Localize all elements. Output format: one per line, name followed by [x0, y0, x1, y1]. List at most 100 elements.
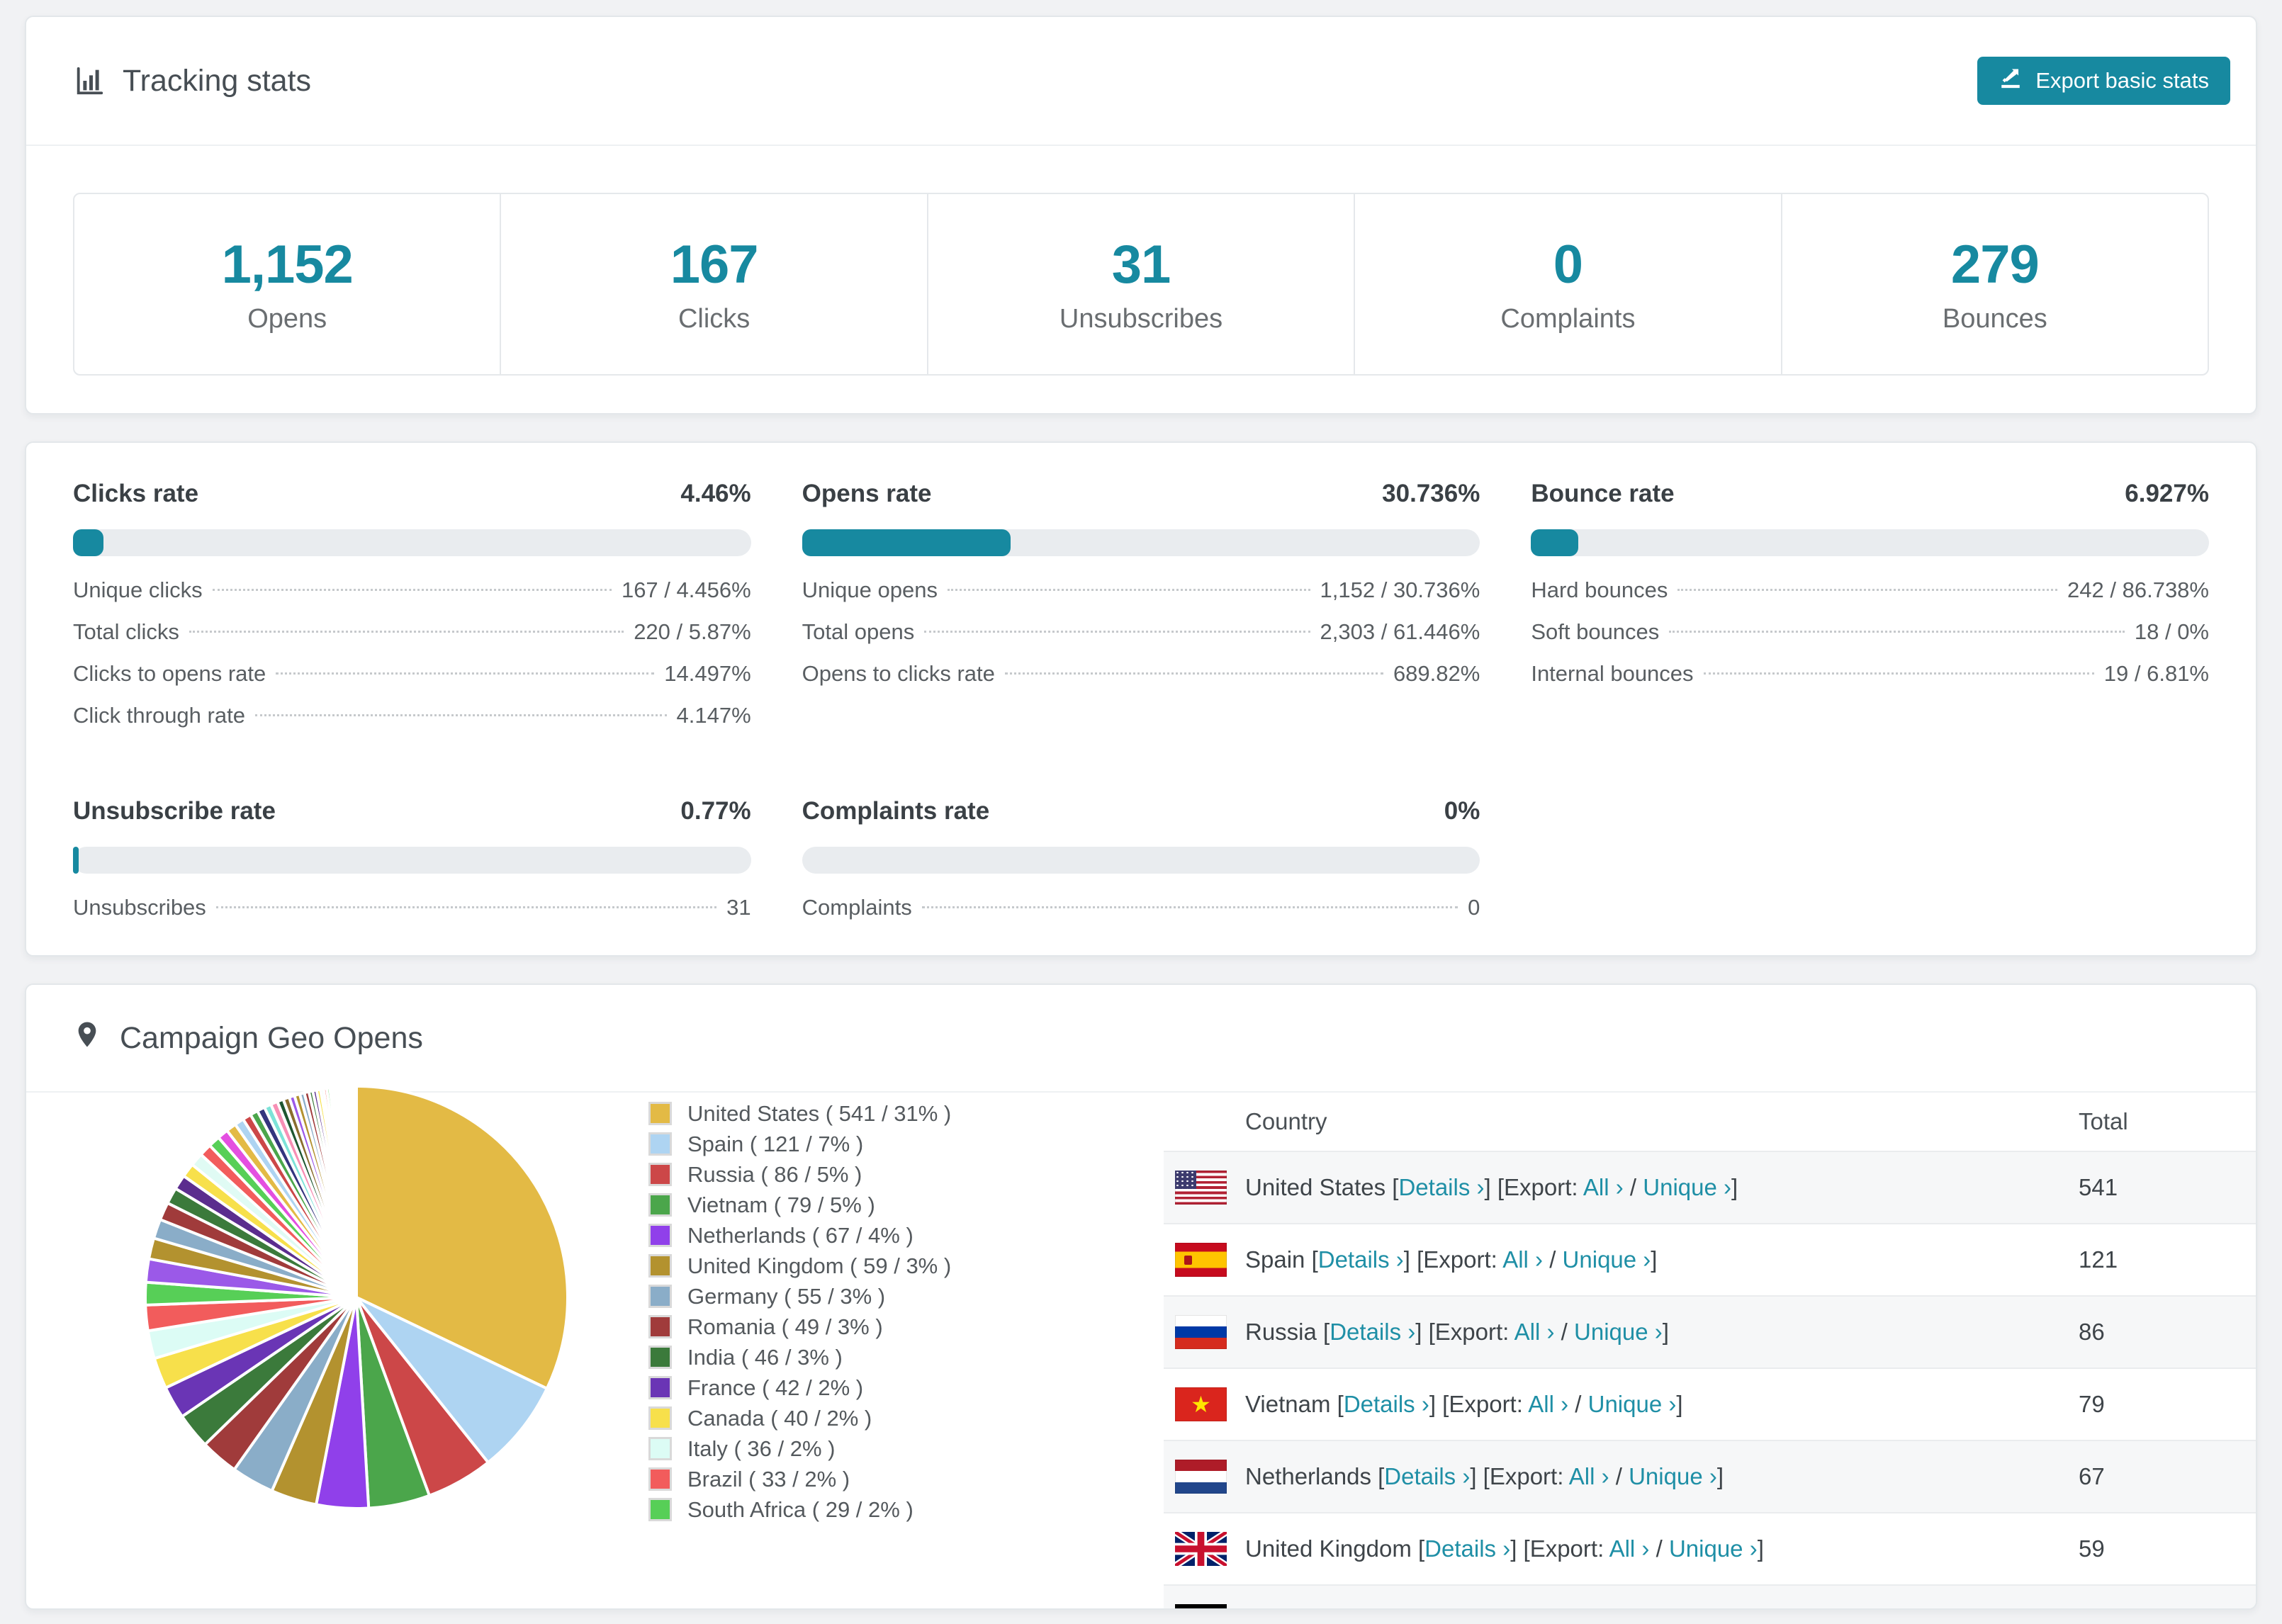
- rate-detail-value: 4.147%: [676, 703, 751, 728]
- rates-grid: Clicks rate 4.46% Unique clicks 167 / 4.456…: [73, 464, 2209, 937]
- legend-swatch: [648, 1193, 672, 1217]
- export-unique-link[interactable]: Unique ›: [1588, 1391, 1677, 1417]
- legend-item-gb: United Kingdom ( 59 / 3% ): [648, 1251, 951, 1281]
- export-all-link[interactable]: All ›: [1569, 1463, 1609, 1489]
- legend-item-it: Italy ( 36 / 2% ): [648, 1433, 951, 1464]
- stat-label: Opens: [247, 304, 327, 334]
- rate-detail-rows: Unsubscribes 31: [73, 895, 751, 937]
- rate-detail-label: Clicks to opens rate: [73, 661, 266, 686]
- rate-section-value: 4.46%: [680, 480, 751, 507]
- export-all-link[interactable]: All ›: [1502, 1246, 1543, 1273]
- tracking-stats-header: Tracking stats Export basic stats: [26, 17, 2256, 146]
- legend-label: South Africa ( 29 / 2% ): [687, 1496, 914, 1522]
- dotted-leader: [1669, 631, 2125, 633]
- legend-swatch: [648, 1163, 672, 1186]
- details-link[interactable]: Details ›: [1424, 1535, 1510, 1562]
- rate-progress-fill: [1531, 529, 1578, 556]
- rate-section-bounce-rate: Bounce rate 6.927% Hard bounces 242 / 86.73…: [1531, 464, 2209, 745]
- stat-cell-clicks: 167 Clicks: [501, 194, 928, 374]
- rate-section-head: Complaints rate 0%: [802, 797, 1480, 825]
- legend-swatch: [648, 1285, 672, 1308]
- geo-table-row-vn: Vietnam [Details ›] [Export: All › / Uni…: [1164, 1368, 2256, 1440]
- stat-cell-unsubscribes: 31 Unsubscribes: [928, 194, 1356, 374]
- legend-label: Spain ( 121 / 7% ): [687, 1131, 864, 1156]
- rate-detail-row: Soft bounces 18 / 0%: [1531, 619, 2209, 661]
- stats-summary-row: 1,152 Opens 167 Clicks 31 Unsubscribes 0 Compla…: [73, 193, 2209, 376]
- geo-row-total-cell: 541: [2079, 1174, 2118, 1200]
- details-link[interactable]: Details ›: [1344, 1391, 1429, 1417]
- dotted-leader: [215, 906, 717, 908]
- details-link[interactable]: Details ›: [1398, 1174, 1484, 1200]
- details-link[interactable]: Details ›: [1384, 1463, 1470, 1489]
- export-all-link[interactable]: All ›: [1528, 1391, 1568, 1417]
- export-unique-link[interactable]: Unique ›: [1563, 1246, 1651, 1273]
- legend-label: Romania ( 49 / 3% ): [687, 1314, 883, 1339]
- geo-opens-table: Country Total United States [Details ›] …: [1164, 1093, 2256, 1610]
- legend-item-br: Brazil ( 33 / 2% ): [648, 1464, 951, 1494]
- country-name: Russia: [1245, 1319, 1317, 1345]
- export-unique-link[interactable]: Unique ›: [1574, 1319, 1663, 1345]
- geo-row-country-cell: Russia [Details ›] [Export: All › / Uniq…: [1245, 1319, 1669, 1345]
- rate-section-title: Opens rate: [802, 480, 932, 507]
- vn-flag-icon: [1175, 1387, 1227, 1421]
- stat-value: 0: [1553, 235, 1583, 295]
- rate-detail-label: Internal bounces: [1531, 661, 1694, 686]
- legend-swatch: [648, 1224, 672, 1247]
- country-name: Vietnam: [1245, 1391, 1331, 1417]
- legend-label: Germany ( 55 / 3% ): [687, 1283, 886, 1309]
- legend-item-fr: France ( 42 / 2% ): [648, 1372, 951, 1403]
- export-all-link[interactable]: All ›: [1583, 1174, 1624, 1200]
- legend-item-za: South Africa ( 29 / 2% ): [648, 1494, 951, 1525]
- stat-label: Clicks: [678, 304, 751, 334]
- rate-detail-rows: Complaints 0: [802, 895, 1480, 937]
- rate-detail-value: 220 / 5.87%: [634, 619, 751, 644]
- legend-swatch: [648, 1102, 672, 1125]
- export-all-link[interactable]: All ›: [1609, 1535, 1650, 1562]
- export-unique-link[interactable]: Unique ›: [1669, 1535, 1758, 1562]
- rate-section-head: Opens rate 30.736%: [802, 480, 1480, 508]
- stat-label: Complaints: [1500, 304, 1636, 334]
- rate-section-value: 6.927%: [2125, 480, 2209, 507]
- rate-detail-label: Total clicks: [73, 619, 179, 644]
- rate-progress-bar: [73, 529, 751, 556]
- rate-detail-row: Internal bounces 19 / 6.81%: [1531, 661, 2209, 703]
- rate-detail-label: Unsubscribes: [73, 895, 206, 920]
- legend-item-es: Spain ( 121 / 7% ): [648, 1129, 951, 1159]
- rate-section-head: Clicks rate 4.46%: [73, 480, 751, 508]
- geo-table-row-nl: Netherlands [Details ›] [Export: All › /…: [1164, 1440, 2256, 1512]
- map-pin-icon: [73, 1018, 101, 1059]
- stat-label: Unsubscribes: [1059, 304, 1223, 334]
- legend-label: United States ( 541 / 31% ): [687, 1100, 952, 1126]
- geo-table-row-es: Spain [Details ›] [Export: All › / Uniqu…: [1164, 1223, 2256, 1295]
- details-link[interactable]: Details ›: [1354, 1608, 1440, 1610]
- rates-card: Clicks rate 4.46% Unique clicks 167 / 4.456…: [25, 441, 2257, 957]
- legend-item-ca: Canada ( 40 / 2% ): [648, 1403, 951, 1433]
- details-link[interactable]: Details ›: [1318, 1246, 1404, 1273]
- rate-detail-row: Complaints 0: [802, 895, 1480, 937]
- export-all-link[interactable]: All ›: [1539, 1608, 1580, 1610]
- rate-section-title: Clicks rate: [73, 480, 199, 507]
- export-all-link[interactable]: All ›: [1514, 1319, 1555, 1345]
- rate-detail-rows: Unique clicks 167 / 4.456% Total clicks 220…: [73, 577, 751, 745]
- tracking-stats-title-text: Tracking stats: [123, 63, 312, 98]
- stat-value: 279: [1950, 235, 2040, 295]
- export-unique-link[interactable]: Unique ›: [1643, 1174, 1731, 1200]
- rate-detail-value: 689.82%: [1393, 661, 1480, 686]
- rate-detail-label: Opens to clicks rate: [802, 661, 995, 686]
- rate-detail-label: Click through rate: [73, 703, 245, 728]
- export-unique-link[interactable]: Unique ›: [1599, 1608, 1687, 1610]
- export-basic-stats-button[interactable]: Export basic stats: [1977, 57, 2230, 105]
- nl-flag-icon: [1175, 1460, 1227, 1494]
- geo-opens-pie-chart[interactable]: [140, 1081, 573, 1514]
- stat-cell-bounces: 279 Bounces: [1782, 194, 2208, 374]
- export-unique-link[interactable]: Unique ›: [1629, 1463, 1717, 1489]
- details-link[interactable]: Details ›: [1330, 1319, 1415, 1345]
- rate-detail-label: Complaints: [802, 895, 912, 920]
- rate-detail-row: Total opens 2,303 / 61.446%: [802, 619, 1480, 661]
- legend-swatch: [648, 1132, 672, 1156]
- legend-swatch: [648, 1467, 672, 1491]
- rate-section-head: Unsubscribe rate 0.77%: [73, 797, 751, 825]
- stat-value: 167: [670, 235, 759, 295]
- dotted-leader: [254, 714, 667, 716]
- gb-flag-icon: [1175, 1532, 1227, 1566]
